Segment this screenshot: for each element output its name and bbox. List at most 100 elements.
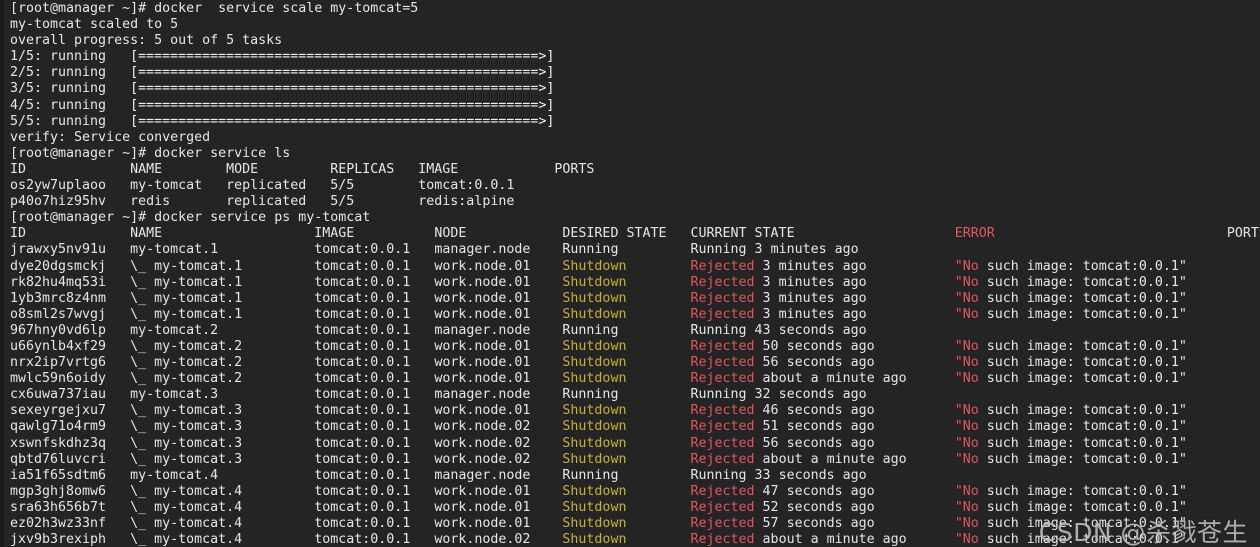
current-state-verb: Rejected [690, 516, 755, 531]
cell-node: work.node.01 [434, 274, 563, 290]
cell-error: "No such image: tomcat:0.0.1" [955, 259, 1187, 274]
cell-task-id: 1yb3mrc8z4nm [10, 290, 131, 306]
ps-table-row: 967hny0vd6lp my-tomcat.2 tomcat:0.0.1 ma… [10, 323, 1260, 339]
cell-current-state: Rejected 3 minutes ago [691, 307, 955, 322]
terminal-prompt-line: [root@manager ~]# docker service scale m… [10, 1, 1260, 17]
cell-current-state: Rejected 3 minutes ago [691, 259, 955, 274]
cell-task-id: nrx2ip7vrtg6 [10, 355, 131, 371]
current-state-verb: Running [690, 242, 747, 258]
col-header-id: ID [10, 226, 131, 242]
progress-label: 2/5: running [10, 65, 131, 81]
progress-bar: [=======================================… [130, 65, 555, 81]
error-prefix: "No [954, 290, 979, 306]
cell-current-state: Rejected 56 seconds ago [691, 355, 955, 370]
cell-current-state: Rejected 50 seconds ago [691, 339, 955, 354]
ps-table-row: ia51f65sdtm6 my-tomcat.4 tomcat:0.0.1 ma… [10, 468, 1260, 484]
output-text: my-tomcat scaled to 5 [10, 17, 179, 33]
error-prefix: "No [954, 355, 979, 371]
cell-image: tomcat:0.0.1 [314, 258, 435, 274]
current-state-age: 32 seconds ago [746, 387, 955, 403]
terminal-output-line: ID NAME MODE REPLICAS IMAGE PORTS [10, 162, 1260, 178]
progress-bar: [=======================================… [130, 97, 555, 113]
current-state-age: 50 seconds ago [754, 338, 955, 354]
cell-desired-state: Shutdown [562, 371, 691, 387]
error-message: such image: tomcat:0.0.1" [978, 403, 1187, 419]
output-text: p40o7hiz95hv redis replicated 5/5 redis:… [10, 194, 515, 210]
current-state-verb: Rejected [690, 371, 755, 387]
current-state-age: 57 seconds ago [754, 516, 955, 531]
cell-task-name: my-tomcat.1 [130, 242, 315, 258]
terminal-output-line: p40o7hiz95hv redis replicated 5/5 redis:… [10, 194, 1260, 210]
progress-label: 3/5: running [10, 81, 131, 97]
progress-line: 4/5: running [==========================… [10, 98, 1260, 114]
progress-bar: [=======================================… [130, 81, 555, 97]
ps-table-row: qbtd76luvcri \_ my-tomcat.3 tomcat:0.0.1… [10, 452, 1260, 468]
cell-node: work.node.01 [434, 258, 563, 274]
cell-node: manager.node [434, 387, 563, 403]
cell-desired-state: Running [562, 322, 691, 338]
cell-task-id: cx6uwa737iau [10, 387, 131, 403]
cell-error: "No such image: tomcat:0.0.1" [955, 484, 1187, 499]
cell-error: "No such image: tomcat:0.0.1" [955, 339, 1187, 354]
cell-task-id: mwlc59n6oidy [10, 371, 131, 387]
cell-node: work.node.01 [434, 499, 563, 515]
error-message: such image: tomcat:0.0.1" [978, 419, 1187, 435]
cell-image: tomcat:0.0.1 [314, 499, 435, 515]
current-state-age: 3 minutes ago [746, 242, 955, 258]
current-state-verb: Rejected [690, 435, 755, 451]
error-message: such image: tomcat:0.0.1" [978, 451, 1187, 467]
cell-current-state: Running 43 seconds ago [691, 323, 955, 338]
cell-node: work.node.02 [434, 435, 563, 451]
current-state-age: 43 seconds ago [746, 322, 955, 338]
ps-table-row: cx6uwa737iau my-tomcat.3 tomcat:0.0.1 ma… [10, 387, 1260, 403]
cell-image: tomcat:0.0.1 [314, 419, 435, 435]
cell-desired-state: Shutdown [562, 274, 691, 290]
progress-line: 5/5: running [==========================… [10, 114, 1260, 130]
error-prefix: "No [954, 274, 979, 290]
cell-task-name: my-tomcat.2 [130, 322, 315, 338]
cell-error: "No such image: tomcat:0.0.1" [955, 275, 1187, 290]
cell-node: work.node.02 [434, 451, 563, 467]
ps-table-row: 1yb3mrc8z4nm \_ my-tomcat.1 tomcat:0.0.1… [10, 291, 1260, 307]
error-prefix: "No [954, 306, 979, 322]
error-prefix: "No [954, 338, 979, 354]
progress-line: 1/5: running [==========================… [10, 49, 1260, 65]
current-state-verb: Rejected [690, 532, 755, 547]
terminal-window[interactable]: [root@manager ~]# docker service scale m… [0, 0, 1260, 547]
terminal-prompt-line: [root@manager ~]# docker service ps my-t… [10, 210, 1260, 226]
error-prefix: "No [954, 403, 979, 419]
cell-current-state: Rejected 46 seconds ago [691, 403, 955, 418]
progress-line: 3/5: running [==========================… [10, 81, 1260, 97]
current-state-verb: Rejected [690, 403, 755, 419]
cell-node: work.node.01 [434, 355, 563, 371]
output-text: os2yw7uplaoo my-tomcat replicated 5/5 to… [10, 178, 515, 194]
cell-error: "No such image: tomcat:0.0.1" [955, 403, 1187, 418]
shell-command: docker service scale my-tomcat=5 [154, 1, 419, 16]
cell-error: "No such image: tomcat:0.0.1" [955, 355, 1187, 370]
ps-table-row: dye20dgsmckj \_ my-tomcat.1 tomcat:0.0.1… [10, 259, 1260, 275]
cell-desired-state: Running [562, 242, 691, 258]
error-prefix: "No [954, 435, 979, 451]
cell-task-name: \_ my-tomcat.1 [130, 258, 315, 274]
cell-image: tomcat:0.0.1 [314, 532, 435, 547]
cell-image: tomcat:0.0.1 [314, 338, 435, 354]
terminal-output-line: my-tomcat scaled to 5 [10, 17, 1260, 33]
terminal-output-line: overall progress: 5 out of 5 tasks [10, 33, 1260, 49]
terminal-left-edge [0, 0, 4, 547]
cell-task-name: \_ my-tomcat.4 [130, 483, 315, 499]
cell-task-name: \_ my-tomcat.4 [130, 516, 315, 531]
cell-image: tomcat:0.0.1 [314, 403, 435, 419]
cell-task-name: \_ my-tomcat.3 [130, 435, 315, 451]
cell-task-name: \_ my-tomcat.2 [130, 355, 315, 371]
cell-task-id: xswnfskdhz3q [10, 435, 131, 451]
error-prefix: "No [954, 371, 979, 387]
current-state-verb: Rejected [690, 419, 755, 435]
cell-current-state: Rejected 3 minutes ago [691, 275, 955, 290]
error-prefix: "No [954, 451, 979, 467]
cell-desired-state: Shutdown [562, 419, 691, 435]
current-state-age: 3 minutes ago [754, 290, 955, 306]
current-state-verb: Rejected [690, 274, 755, 290]
cell-task-id: 967hny0vd6lp [10, 322, 131, 338]
cell-desired-state: Shutdown [562, 306, 691, 322]
cell-image: tomcat:0.0.1 [314, 322, 435, 338]
